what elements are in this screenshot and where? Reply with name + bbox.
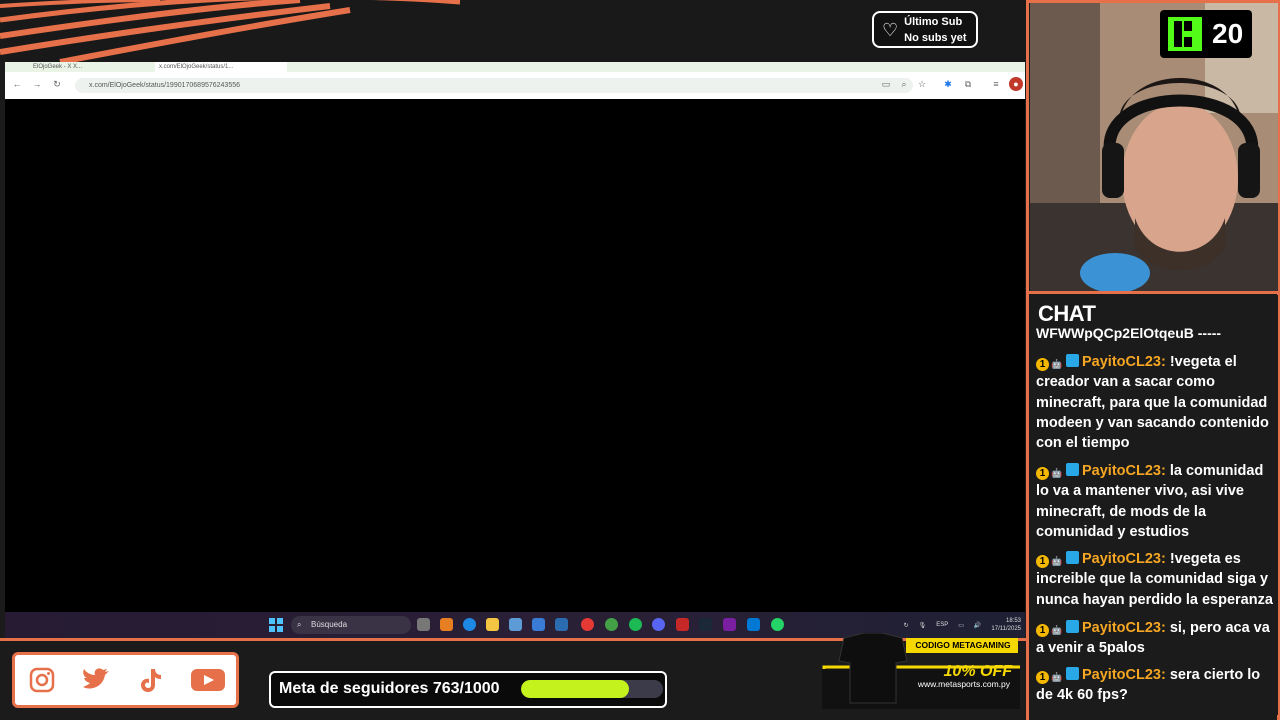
sub-badge-icon: 1 <box>1036 624 1049 637</box>
robot-badge-icon: 🤖 <box>1051 672 1063 682</box>
profile-avatar[interactable]: ● <box>1009 77 1023 91</box>
sub-badge-icon: 1 <box>1036 555 1049 568</box>
top-banner: ♡ Último Sub No subs yet <box>0 0 1026 62</box>
bookmark-star-icon[interactable]: ☆ <box>915 77 929 91</box>
cube-badge-icon <box>1066 620 1079 633</box>
frame-divider <box>1026 0 1029 720</box>
obs-icon[interactable] <box>676 618 689 631</box>
tiktok-icon[interactable] <box>136 667 166 695</box>
robot-badge-icon: 🤖 <box>1051 359 1063 369</box>
heart-icon: ♡ <box>882 19 899 40</box>
cube-badge-icon <box>1066 667 1079 680</box>
address-bar[interactable]: x.com/ElOjoGeek/status/19901706895762435… <box>75 78 913 93</box>
follower-goal-progress-fill <box>521 680 630 698</box>
cast-icon[interactable]: ▭ <box>879 77 893 91</box>
sponsor-site: www.metasports.com.py <box>917 679 1010 689</box>
mail-icon[interactable] <box>555 618 568 631</box>
tab-search-icon[interactable]: ≡ <box>989 77 1003 91</box>
copilot-icon[interactable] <box>440 618 453 631</box>
frame-divider <box>1026 291 1280 294</box>
cube-badge-icon <box>1066 551 1079 564</box>
chat-message: 1 🤖 PayitoCL23: !vegeta el creador van a s… <box>1036 352 1276 453</box>
clock-date: 17/11/2025 <box>991 626 1021 632</box>
taskbar-search[interactable]: ⌕ Búsqueda <box>291 616 411 634</box>
chat-cutoff-line: WFWWpQCp2ElOtqeuB ----- <box>1036 325 1222 341</box>
sub-badge-icon: 1 <box>1036 671 1049 684</box>
back-icon[interactable]: ← <box>10 77 24 91</box>
instagram-icon[interactable] <box>27 667 57 695</box>
file-explorer-icon[interactable] <box>486 618 499 631</box>
clock[interactable]: 18:53 17/11/2025 <box>991 617 1021 633</box>
browser-tab[interactable]: ElOjoGeek - X X... <box>29 62 153 72</box>
chat-message: 1 🤖 PayitoCL23: si, pero aca va a venir a … <box>1036 618 1276 659</box>
browser-toolbar: ← → ↻ x.com/ElOjoGeek/status/19901706895… <box>5 72 1025 100</box>
forward-icon[interactable]: → <box>30 77 44 91</box>
browser-tab-bar: ElOjoGeek - X X... x.com/ElOjoGeek/statu… <box>5 62 1025 72</box>
taskbar-search-label: Búsqueda <box>311 620 348 629</box>
robot-badge-icon: 🤖 <box>1051 625 1063 635</box>
language-indicator[interactable]: ESP <box>936 622 948 628</box>
sponsor-code: CODIGO METAGAMING <box>915 640 1011 650</box>
sub-badge-icon: 1 <box>1036 358 1049 371</box>
steam-icon[interactable] <box>699 618 712 631</box>
calculator-icon[interactable] <box>509 618 522 631</box>
edge-icon[interactable] <box>463 618 476 631</box>
chat-username[interactable]: PayitoCL23: <box>1082 354 1166 370</box>
kick-logo-icon <box>1168 17 1202 51</box>
follower-goal-label: Meta de seguidores 763/1000 <box>279 680 500 697</box>
chat-message: 1 🤖 PayitoCL23: !vegeta es increible que l… <box>1036 549 1276 610</box>
chat-username[interactable]: PayitoCL23: <box>1082 620 1166 636</box>
last-sub-value: No subs yet <box>904 31 967 44</box>
extension-icon[interactable]: ✱ <box>941 77 955 91</box>
twitter-icon[interactable] <box>81 667 111 695</box>
store-icon[interactable] <box>532 618 545 631</box>
vscode-icon[interactable] <box>747 618 760 631</box>
youtube-icon[interactable] <box>189 667 227 695</box>
display-icon[interactable]: ▭ <box>958 622 964 629</box>
whatsapp-icon[interactable] <box>771 618 784 631</box>
browser-tab-active[interactable]: x.com/ElOjoGeek/status/1... <box>155 62 287 72</box>
chrome-icon[interactable] <box>581 618 594 631</box>
robot-badge-icon: 🤖 <box>1051 556 1063 566</box>
chrome-profile-icon[interactable] <box>605 618 618 631</box>
social-links-box <box>12 652 239 708</box>
chat-username[interactable]: PayitoCL23: <box>1082 551 1166 567</box>
robot-badge-icon: 🤖 <box>1051 468 1063 478</box>
photos-icon[interactable] <box>723 618 736 631</box>
sponsor-ad: CODIGO METAGAMING 10% OFF www.metasports… <box>822 632 1024 711</box>
cube-badge-icon <box>1066 354 1079 367</box>
reload-icon[interactable]: ↻ <box>50 77 64 91</box>
chat-panel: CHAT WFWWpQCp2ElOtqeuB ----- 1 🤖 PayitoCL2… <box>1030 295 1278 715</box>
mic-icon[interactable]: 🎙 <box>919 622 927 629</box>
chat-username[interactable]: PayitoCL23: <box>1082 667 1166 683</box>
volume-icon[interactable]: 🔊 <box>974 622 981 629</box>
sub-badge-icon: 1 <box>1036 467 1049 480</box>
puzzle-icon[interactable]: ⧉ <box>961 77 975 91</box>
cube-badge-icon <box>1066 463 1079 476</box>
follower-goal-widget: Meta de seguidores 763/1000 <box>269 671 667 708</box>
viewer-count: 20 <box>1212 18 1244 49</box>
page-content-black <box>5 99 1025 612</box>
update-icon[interactable]: ↻ <box>904 622 909 629</box>
last-sub-widget: ♡ Último Sub No subs yet <box>872 11 978 48</box>
kick-viewer-badge: 20 <box>1160 10 1252 58</box>
last-sub-title: Último Sub <box>904 15 963 28</box>
discord-icon[interactable] <box>652 618 665 631</box>
chat-message: 1 🤖 PayitoCL23: sera cierto lo de 4k 60 fp… <box>1036 665 1276 706</box>
windows-start-icon[interactable] <box>269 618 283 632</box>
chat-title: CHAT <box>1038 301 1096 326</box>
task-view-icon[interactable] <box>417 618 430 631</box>
chat-message: 1 🤖 PayitoCL23: la comunidad lo va a mante… <box>1036 461 1276 542</box>
spotify-icon[interactable] <box>629 618 642 631</box>
search-icon: ⌕ <box>297 620 302 629</box>
clock-time: 18:53 <box>1005 618 1021 624</box>
chat-username[interactable]: PayitoCL23: <box>1082 463 1166 479</box>
zoom-icon[interactable]: ⌕ <box>897 77 911 91</box>
follower-goal-progress-bar <box>521 680 663 698</box>
system-tray: ↻ 🎙 ESP ▭ 🔊 18:53 17/11/2025 <box>904 615 1021 635</box>
